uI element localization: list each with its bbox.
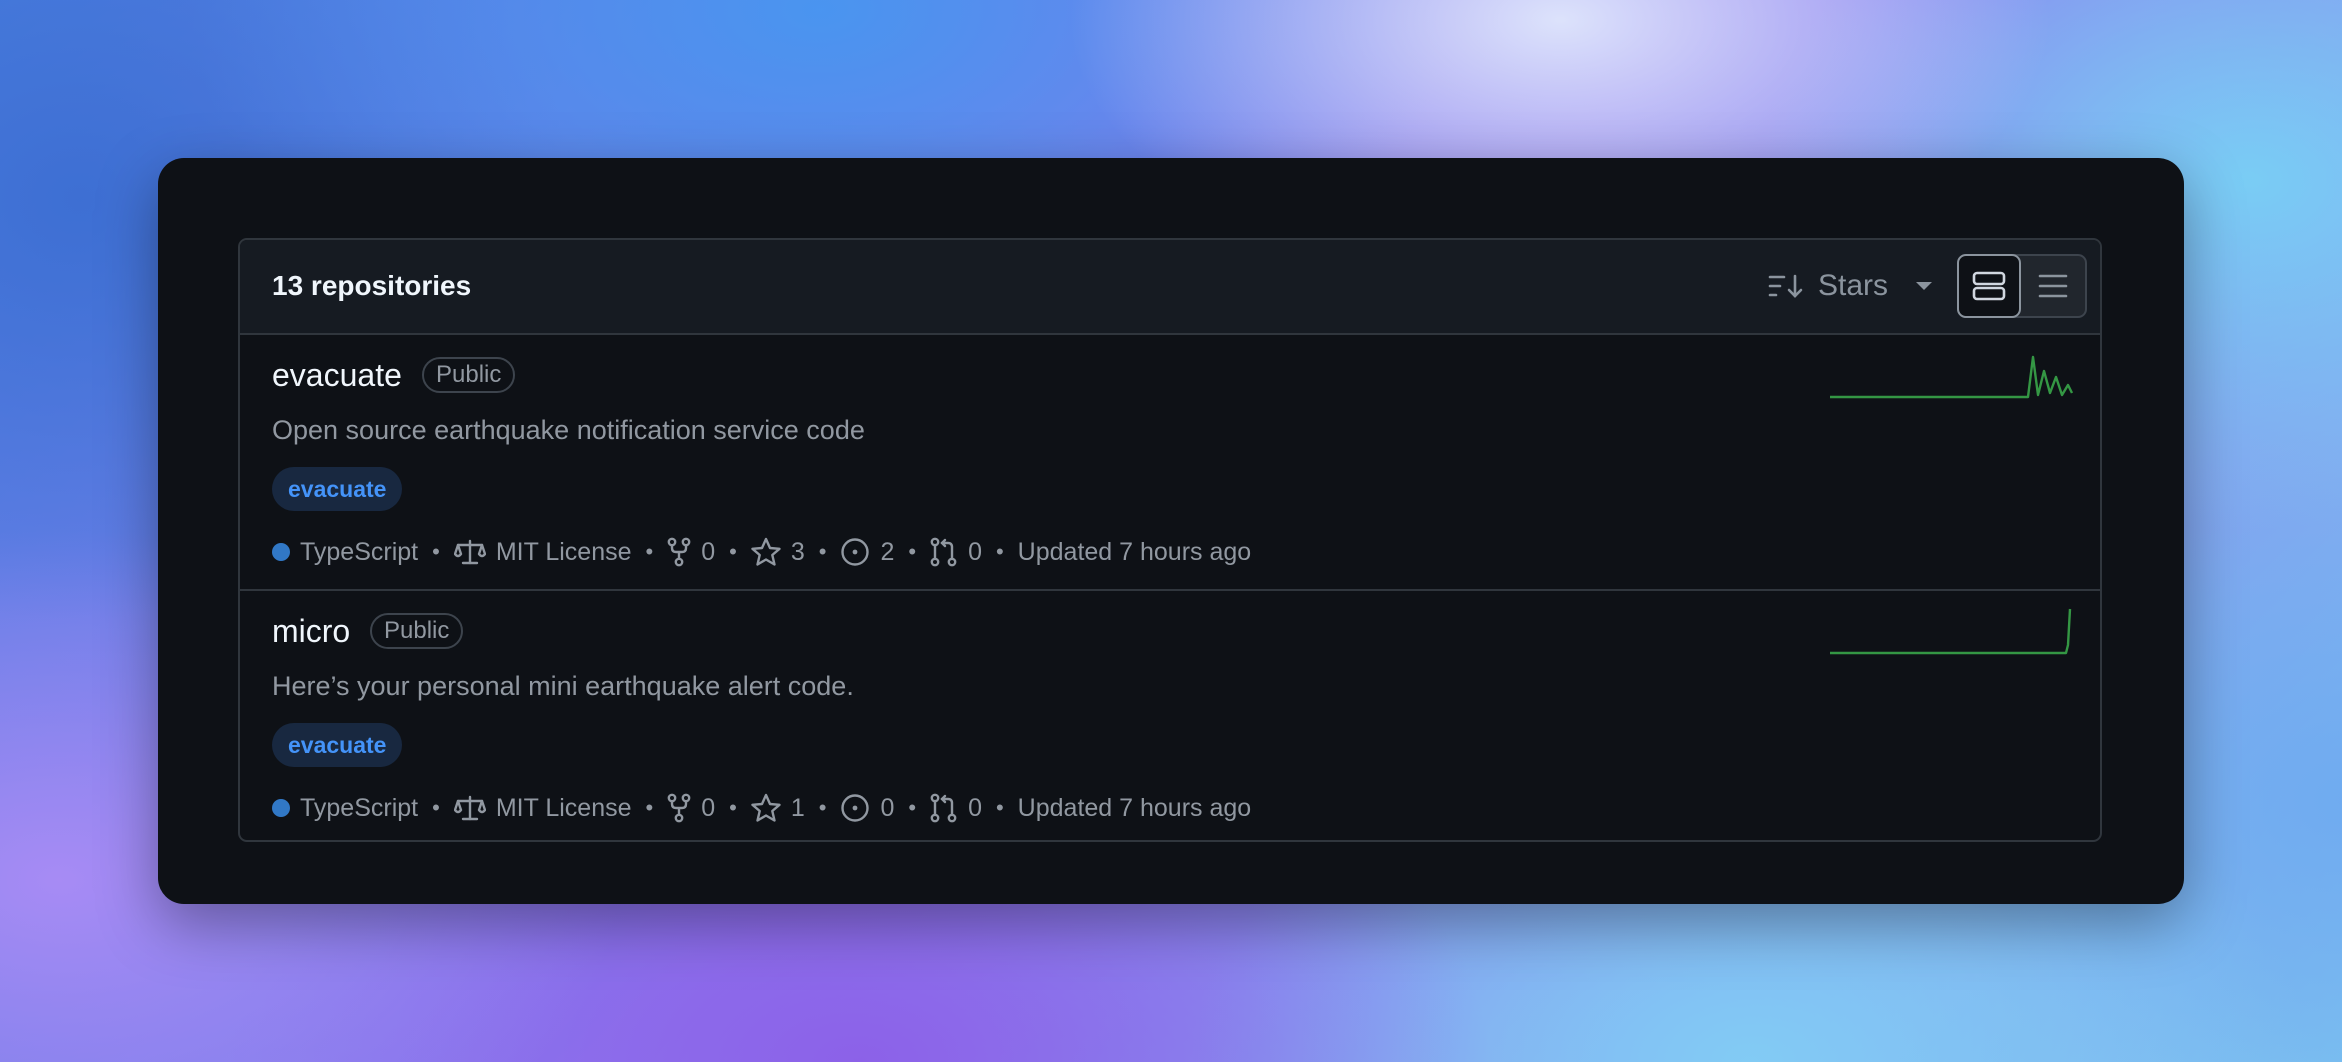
stars-count: 3 xyxy=(790,537,805,566)
language-color-dot xyxy=(272,543,290,561)
pull-requests-link[interactable]: 0 xyxy=(930,537,982,567)
stars-link[interactable]: 1 xyxy=(751,793,805,823)
forks-link[interactable]: 0 xyxy=(667,537,715,567)
list-view-icon xyxy=(2038,274,2068,298)
stars-link[interactable]: 3 xyxy=(751,537,805,567)
sort-label: Stars xyxy=(1818,269,1889,302)
separator: • xyxy=(818,539,827,564)
issue-icon xyxy=(841,538,870,566)
repo-meta: TypeScript • MIT License xyxy=(272,535,1251,569)
repo-language: TypeScript xyxy=(272,538,418,567)
separator: • xyxy=(908,795,917,820)
card-view-button[interactable] xyxy=(1957,254,2021,318)
star-icon xyxy=(751,537,781,566)
repo-description: Here’s your personal mini earthquake ale… xyxy=(272,671,854,701)
language-color-dot xyxy=(272,799,290,817)
updated-time: Updated 7 hours ago xyxy=(1017,793,1252,822)
pull-request-icon xyxy=(930,793,957,823)
repo-license: MIT License xyxy=(453,793,632,823)
view-toggle xyxy=(1957,254,2087,318)
pull-request-icon xyxy=(930,537,957,567)
pull-requests-count: 0 xyxy=(968,537,982,566)
license-label: MIT License xyxy=(495,793,632,822)
repository-list-panel: 13 repositories Stars evacuate Public Op… xyxy=(238,238,2102,842)
separator: • xyxy=(995,795,1004,820)
repo-language: TypeScript xyxy=(272,794,418,823)
pull-requests-link[interactable]: 0 xyxy=(930,793,982,823)
repository-item: evacuate Public Open source earthquake n… xyxy=(240,335,2100,589)
issues-link[interactable]: 0 xyxy=(840,793,894,823)
pull-requests-count: 0 xyxy=(968,793,982,822)
chevron-down-icon xyxy=(1916,282,1933,290)
license-label: MIT License xyxy=(495,537,632,566)
repo-description: Open source earthquake notification serv… xyxy=(272,415,865,445)
issues-link[interactable]: 2 xyxy=(840,537,894,567)
repo-meta: TypeScript • MIT License xyxy=(272,791,1251,825)
separator: • xyxy=(432,795,440,820)
repo-name-link[interactable]: micro xyxy=(272,613,350,650)
separator: • xyxy=(432,539,440,564)
topic-tag[interactable]: evacuate xyxy=(272,723,403,767)
activity-sparkline xyxy=(1830,608,2072,655)
visibility-badge: Public xyxy=(370,613,464,649)
separator: • xyxy=(729,539,737,564)
stars-count: 1 xyxy=(790,793,805,822)
fork-icon xyxy=(667,793,691,823)
repository-list-header: 13 repositories Stars xyxy=(240,240,2100,335)
forks-count: 0 xyxy=(701,793,716,822)
forks-link[interactable]: 0 xyxy=(667,793,715,823)
fork-icon xyxy=(667,537,691,567)
law-icon xyxy=(453,795,486,821)
repositories-window: 13 repositories Stars evacuate Public Op… xyxy=(158,158,2184,904)
repository-count-title: 13 repositories xyxy=(272,270,472,301)
repo-name-link[interactable]: evacuate xyxy=(272,357,402,394)
separator: • xyxy=(908,539,917,564)
sort-dropdown[interactable]: Stars xyxy=(1768,264,1933,308)
repository-item: micro Public Here’s your personal mini e… xyxy=(240,589,2100,840)
repo-license: MIT License xyxy=(453,537,632,567)
star-icon xyxy=(751,793,781,822)
language-label: TypeScript xyxy=(300,793,419,822)
list-view-button[interactable] xyxy=(2021,256,2085,316)
forks-count: 0 xyxy=(701,537,716,566)
separator: • xyxy=(818,795,827,820)
activity-sparkline xyxy=(1830,355,2074,399)
card-view-icon xyxy=(1972,271,2006,301)
separator: • xyxy=(645,539,654,564)
separator: • xyxy=(729,795,737,820)
sort-icon xyxy=(1768,274,1803,298)
topic-tag[interactable]: evacuate xyxy=(272,467,403,511)
issues-count: 2 xyxy=(880,537,895,566)
visibility-badge: Public xyxy=(422,357,516,393)
separator: • xyxy=(995,539,1004,564)
issue-icon xyxy=(841,794,870,822)
separator: • xyxy=(645,795,654,820)
updated-time: Updated 7 hours ago xyxy=(1017,537,1252,566)
language-label: TypeScript xyxy=(300,537,419,566)
issues-count: 0 xyxy=(880,793,895,822)
law-icon xyxy=(453,539,486,565)
